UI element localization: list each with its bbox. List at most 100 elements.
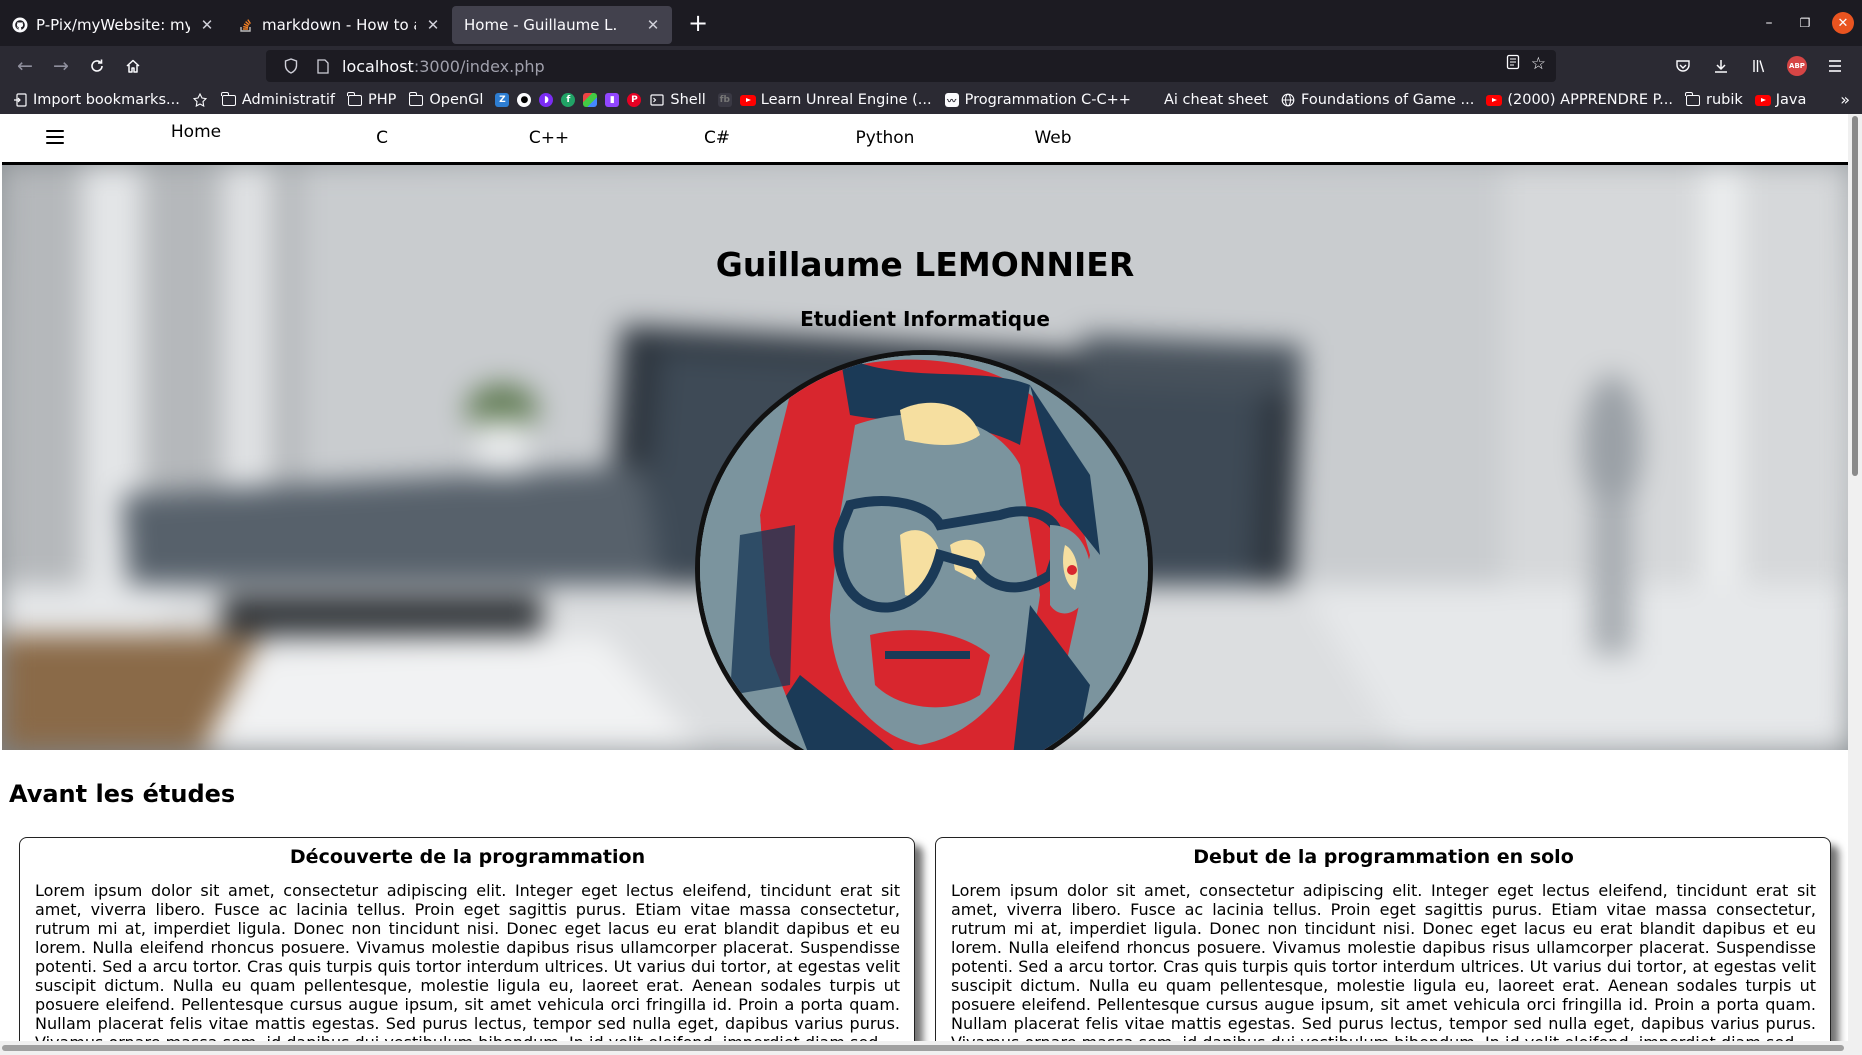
app-icon: f xyxy=(561,93,576,107)
bookmark-label: rubik xyxy=(1705,92,1743,108)
scrollbar-thumb[interactable] xyxy=(2,1045,1844,1051)
globe-icon xyxy=(1280,92,1296,108)
bookmark-item[interactable]: ▮ xyxy=(605,93,620,107)
browser-tab-active[interactable]: Home - Guillaume L. ✕ xyxy=(452,6,672,44)
reload-icon[interactable] xyxy=(80,50,114,82)
bookmark-folder-administratif[interactable]: Administratif xyxy=(221,91,335,108)
url-path: :3000/index.php xyxy=(413,56,545,76)
back-arrow-icon[interactable]: ← xyxy=(8,50,42,82)
bookmark-import[interactable]: Import bookmarks... xyxy=(12,92,180,108)
bookmark-folder-opengl[interactable]: OpenGl xyxy=(408,91,484,108)
twitch-icon: ▮ xyxy=(605,93,620,107)
bookmark-unreal[interactable]: Learn Unreal Engine (... xyxy=(739,92,932,108)
nav-link-csharp[interactable]: C# xyxy=(704,128,730,148)
tab-title: markdown - How to add i xyxy=(262,16,416,34)
bookmark-foundations[interactable]: Foundations of Game ... xyxy=(1280,92,1474,108)
hero-subtitle: Etudient Informatique xyxy=(800,307,1050,331)
info-card: Debut de la programmation en solo Lorem … xyxy=(935,837,1831,1055)
horizontal-scrollbar[interactable] xyxy=(0,1041,1848,1055)
page-icon xyxy=(310,58,336,74)
star-icon[interactable]: ☆ xyxy=(1531,54,1546,75)
folder-icon xyxy=(1685,91,1701,108)
close-icon[interactable]: ✕ xyxy=(424,16,442,34)
card-body: Lorem ipsum dolor sit amet, consectetur … xyxy=(951,881,1816,1052)
z-app-icon: Z xyxy=(495,93,510,107)
restore-icon[interactable]: ❐ xyxy=(1792,10,1818,36)
bookmark-programmation[interactable]: 〰 Programmation C-C++ xyxy=(944,92,1131,108)
bookmark-item[interactable]: f xyxy=(561,93,576,107)
home-icon[interactable] xyxy=(116,50,150,82)
vertical-scrollbar[interactable] xyxy=(1848,114,1862,1055)
bookmark-item[interactable]: fb xyxy=(717,93,732,107)
pinterest-icon: P xyxy=(627,93,642,107)
bookmarks-bar: Import bookmarks... Administratif PHP Op… xyxy=(0,86,1862,114)
nav-link-home[interactable]: Home xyxy=(171,122,221,142)
bookmark-folder-rubik[interactable]: rubik xyxy=(1685,91,1743,108)
bookmark-label: Programmation C-C++ xyxy=(964,92,1131,108)
adblock-icon[interactable]: ABP xyxy=(1780,50,1814,82)
card-title: Debut de la programmation en solo xyxy=(1193,846,1574,868)
scrollbar-thumb[interactable] xyxy=(1852,116,1858,476)
bookmark-icon xyxy=(192,92,208,108)
card-body: Lorem ipsum dolor sit amet, consectetur … xyxy=(35,881,900,1052)
bookmark-label: PHP xyxy=(367,92,397,108)
bookmark-label: Administratif xyxy=(241,92,335,108)
bookmark-label: Foundations of Game ... xyxy=(1301,92,1475,108)
minimize-icon[interactable]: – xyxy=(1756,10,1782,36)
bookmark-item[interactable]: ● xyxy=(517,93,532,107)
card-title: Découverte de la programmation xyxy=(289,846,646,868)
bookmark-label: Shell xyxy=(670,92,706,108)
info-card: Découverte de la programmation Lorem ips… xyxy=(19,837,915,1055)
bookmark-item[interactable]: ◗ xyxy=(539,93,554,107)
bookmark-item[interactable] xyxy=(583,93,598,107)
bookmark-java[interactable]: Java xyxy=(1754,92,1807,108)
section-title: Avant les études xyxy=(9,780,236,808)
bookmark-label: (2000) APPRENDRE P... xyxy=(1507,92,1673,108)
hero-title: Guillaume LEMONNIER xyxy=(715,245,1135,284)
app-icon: ◗ xyxy=(539,93,554,107)
chevron-double-right-icon[interactable]: » xyxy=(1840,90,1850,109)
import-icon xyxy=(12,92,28,108)
bookmark-shell[interactable]: Shell xyxy=(649,92,706,108)
download-icon[interactable] xyxy=(1704,50,1738,82)
reader-view-icon[interactable] xyxy=(1505,54,1521,75)
shield-icon[interactable] xyxy=(278,58,304,74)
bookmark-label: Java xyxy=(1775,92,1807,108)
nav-link-web[interactable]: Web xyxy=(1034,128,1071,148)
library-icon[interactable] xyxy=(1742,50,1776,82)
bookmark-item[interactable] xyxy=(192,92,213,108)
hamburger-menu-icon[interactable] xyxy=(46,130,64,144)
terminal-icon xyxy=(649,92,665,108)
bookmark-ai-cheat-sheet[interactable]: Ai cheat sheet xyxy=(1143,92,1268,108)
close-window-icon[interactable]: ✕ xyxy=(1832,12,1854,34)
tab-title: Home - Guillaume L. xyxy=(464,16,618,34)
site-icon: 〰 xyxy=(944,92,960,108)
pocket-icon[interactable] xyxy=(1666,50,1700,82)
youtube-icon xyxy=(1486,92,1503,108)
bookmark-label: Import bookmarks... xyxy=(33,92,180,108)
browser-tab[interactable]: markdown - How to add i ✕ xyxy=(226,6,452,44)
tab-strip: P-Pix/myWebsite: my per ✕ markdown - How… xyxy=(0,0,1862,46)
new-tab-button[interactable]: + xyxy=(680,5,716,41)
bookmark-item[interactable]: Z xyxy=(495,93,510,107)
close-icon[interactable]: ✕ xyxy=(644,16,662,34)
bookmark-label: OpenGl xyxy=(429,92,484,108)
url-host: localhost xyxy=(342,56,414,76)
bookmark-folder-php[interactable]: PHP xyxy=(347,91,397,108)
menu-icon[interactable] xyxy=(1818,50,1852,82)
navigation-toolbar: ← → localhost:3000/index.php ☆ ABP xyxy=(0,46,1862,86)
forward-arrow-icon[interactable]: → xyxy=(44,50,78,82)
nav-link-c[interactable]: C xyxy=(376,128,388,148)
hero-banner: Guillaume LEMONNIER Etudient Informatiqu… xyxy=(2,165,1848,750)
github-icon xyxy=(12,17,28,33)
tab-title: P-Pix/myWebsite: my per xyxy=(36,16,190,34)
address-bar[interactable]: localhost:3000/index.php ☆ xyxy=(266,50,1556,82)
folder-icon xyxy=(408,91,424,108)
bookmark-apprendre[interactable]: (2000) APPRENDRE P... xyxy=(1486,92,1673,108)
nav-link-cpp[interactable]: C++ xyxy=(529,128,569,148)
bookmark-label: Ai cheat sheet xyxy=(1163,92,1269,108)
bookmark-item[interactable]: P xyxy=(627,93,642,107)
nav-link-python[interactable]: Python xyxy=(856,128,915,148)
browser-tab[interactable]: P-Pix/myWebsite: my per ✕ xyxy=(0,6,226,44)
close-icon[interactable]: ✕ xyxy=(198,16,216,34)
